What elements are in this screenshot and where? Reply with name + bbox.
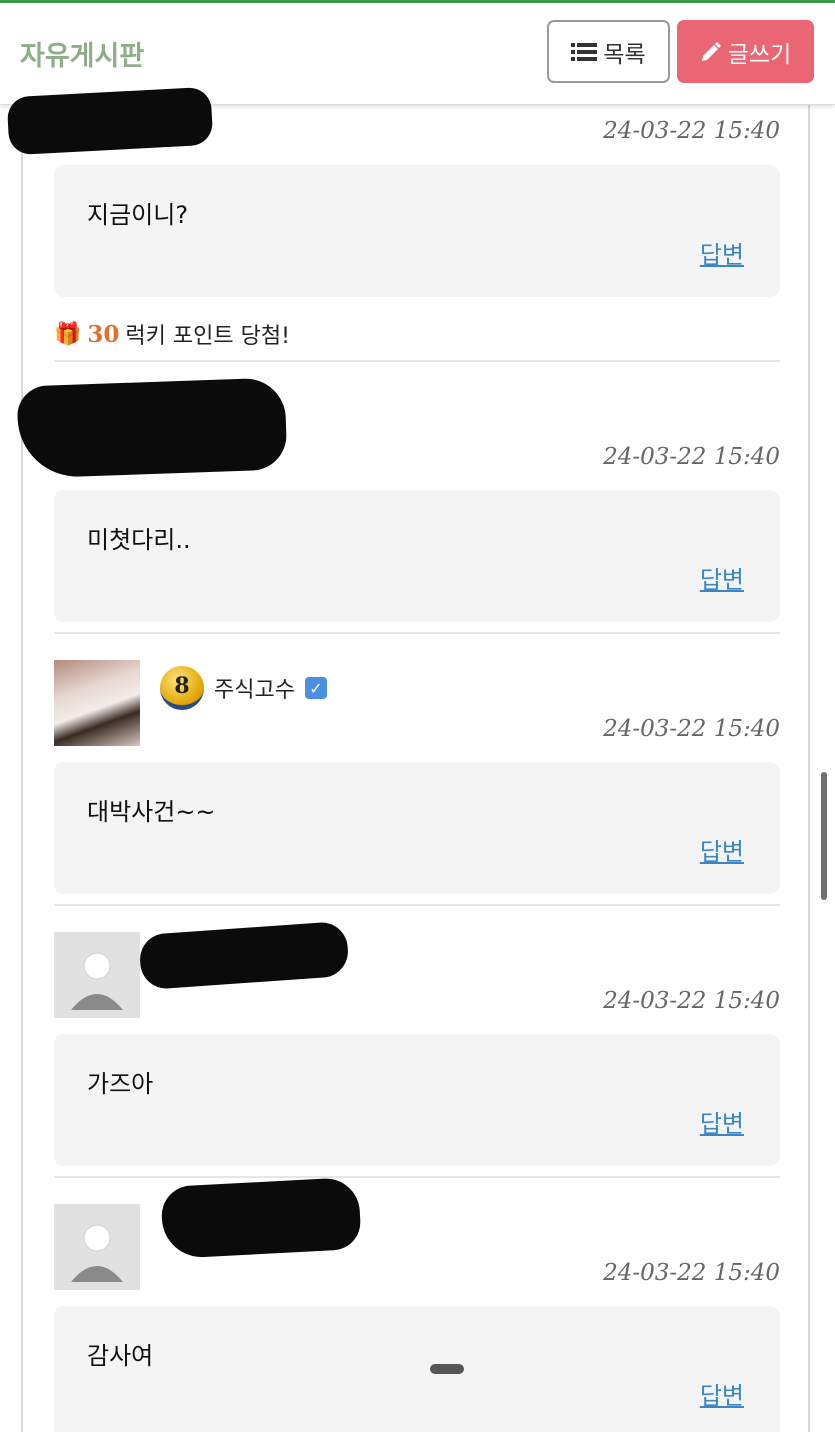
board-title[interactable]: 자유게시판	[20, 34, 144, 73]
comment-separator	[54, 360, 780, 362]
comment-separator	[54, 1176, 780, 1178]
lucky-point-text: 럭키 포인트 당첨!	[125, 324, 290, 349]
list-button[interactable]: 목록	[547, 20, 670, 83]
comment-item: 24-03-22 15:40 미쳣다리.. 답변	[54, 444, 780, 624]
reply-link[interactable]: 답변	[700, 1376, 744, 1411]
board-header: 자유게시판 목록 글쓰기	[0, 3, 835, 105]
comment-separator	[54, 632, 780, 634]
comment-bubble: 감사여 답변	[54, 1306, 780, 1432]
comment-date: 24-03-22 15:40	[603, 716, 780, 742]
comment-separator	[54, 904, 780, 906]
comment-text: 가즈아	[87, 1070, 154, 1098]
redacted-author	[160, 1176, 362, 1260]
comment-text: 감사여	[87, 1342, 154, 1370]
comment-text: 지금이니?	[87, 201, 189, 229]
redacted-mark	[430, 1364, 464, 1374]
lucky-point-amount: 30	[87, 320, 120, 348]
list-icon	[571, 42, 598, 61]
comment-date: 24-03-22 15:40	[603, 1260, 780, 1286]
reply-link[interactable]: 답변	[700, 235, 744, 270]
reply-link[interactable]: 답변	[700, 1104, 744, 1139]
comment-date: 24-03-22 15:40	[603, 118, 780, 144]
pencil-icon	[701, 41, 721, 61]
lucky-point-notice: 🎁 30 럭키 포인트 당첨!	[54, 318, 290, 350]
comment-date: 24-03-22 15:40	[603, 444, 780, 470]
scrollbar-thumb[interactable]	[821, 772, 827, 900]
comment-bubble: 가즈아 답변	[54, 1034, 780, 1166]
reply-link[interactable]: 답변	[700, 832, 744, 867]
comment-date: 24-03-22 15:40	[603, 988, 780, 1014]
list-button-label: 목록	[603, 41, 646, 68]
comment-text: 대박사건~~	[87, 798, 216, 826]
comment-author[interactable]: 8 주식고수 ✓	[160, 666, 327, 710]
comment-item: 24-03-22 15:40 대박사건~~ 답변	[54, 716, 780, 896]
comment-item: 24-03-22 15:40 가즈아 답변	[54, 988, 780, 1168]
comment-text: 미쳣다리..	[87, 526, 191, 554]
author-name: 주식고수	[214, 678, 295, 703]
write-button[interactable]: 글쓰기	[677, 20, 814, 83]
gift-icon: 🎁	[54, 321, 82, 347]
verified-check-icon: ✓	[304, 677, 327, 699]
comment-bubble: 미쳣다리.. 답변	[54, 490, 780, 622]
comment-bubble: 지금이니? 답변	[54, 165, 780, 297]
comment-item: 24-03-22 15:40 감사여 답변	[54, 1260, 780, 1432]
redacted-author	[6, 86, 214, 156]
level-badge: 8	[160, 666, 204, 710]
reply-link[interactable]: 답변	[700, 560, 744, 595]
comment-bubble: 대박사건~~ 답변	[54, 762, 780, 894]
write-button-label: 글쓰기	[727, 41, 792, 68]
